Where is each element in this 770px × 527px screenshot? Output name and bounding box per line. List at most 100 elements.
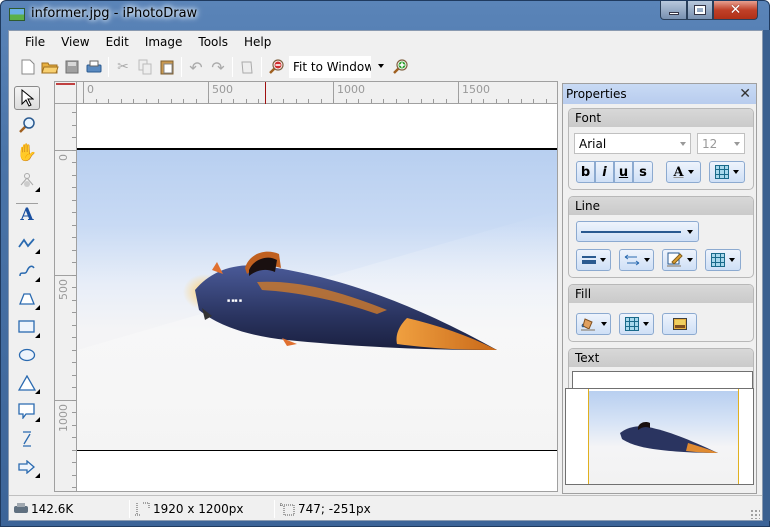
photo-image[interactable]: ■ ■■ ■ [77,148,557,451]
fill-image-button[interactable] [662,313,697,335]
viewport-left-edge[interactable] [588,389,589,484]
crop-button[interactable] [236,56,258,78]
submenu-indicator [35,187,40,192]
ruler-tick [72,374,76,376]
select-tool[interactable] [14,86,40,110]
ruler-label: 0 [57,154,70,161]
triangle-icon [18,375,36,391]
toolbar-separator [181,57,182,77]
ruler-tick [545,99,547,103]
pointer-icon [21,89,34,107]
freeform-tool[interactable] [14,287,40,311]
zoom-tool[interactable] [14,113,40,137]
drawing-toolbox: ✋ A [9,81,51,491]
vertical-ruler: 0 500 1000 [55,82,77,491]
ruler-tick [72,362,76,363]
print-button[interactable] [83,56,105,78]
ruler-tick [72,412,76,413]
submenu-indicator [35,389,40,394]
submenu-indicator [35,473,40,478]
menu-help[interactable]: Help [236,35,279,49]
fill-pattern-button[interactable] [619,313,654,335]
ruler-tick [72,462,76,463]
undo-button[interactable]: ↶ [185,56,207,78]
dropdown-arrow-icon [599,258,606,262]
ruler-tick [533,99,534,103]
ruler-tick [283,99,284,103]
ruler-tick [333,99,334,103]
font-background-button[interactable] [709,161,745,183]
close-panel-button[interactable]: ✕ [739,86,751,102]
ruler-label: 1500 [462,83,490,96]
font-size-select[interactable]: 12 [697,133,745,154]
underline-button[interactable]: u [614,161,633,183]
bold-button[interactable]: b [576,161,595,183]
line-style-select[interactable] [576,221,699,242]
menu-view[interactable]: View [53,35,97,49]
menu-file[interactable]: File [17,35,53,49]
new-file-button[interactable] [17,56,39,78]
ruler-tick [345,99,347,103]
curve-tool[interactable] [14,259,40,283]
ruler-tick [508,99,509,103]
ruler-label: 500 [212,83,233,96]
arrow-shape-tool[interactable] [14,455,40,479]
app-window: informer.jpg - iPhotoDraw ✕ File View Ed… [0,0,770,527]
line-arrows-button[interactable] [619,249,654,271]
close-icon: ✕ [739,86,751,102]
close-button[interactable]: ✕ [713,1,758,20]
fill-color-button[interactable] [576,313,611,335]
cut-button[interactable]: ✂ [112,56,134,78]
save-button[interactable] [61,56,83,78]
copy-button[interactable] [134,56,156,78]
dropdown-arrow-icon [687,229,693,234]
font-family-value: Arial [579,136,607,151]
pan-tool[interactable]: ✋ [14,141,40,165]
navigator-thumbnail[interactable] [565,388,754,485]
ruler-label: 1000 [57,404,70,432]
ruler-tick [270,99,272,103]
zoom-level-select[interactable]: Fit to Window [289,56,387,78]
ruler-tick [495,99,497,103]
menu-edit[interactable]: Edit [98,35,137,49]
node-edit-icon [20,173,34,187]
canvas-area[interactable]: 0 500 1000 1500 0 500 1000 ■ ■■ ■ [54,81,558,492]
ruler-tick [72,124,76,126]
polyline-tool[interactable] [14,231,40,255]
strikethrough-button[interactable]: s [633,161,653,183]
paste-button[interactable] [156,56,178,78]
chevron-down-icon [734,142,740,146]
open-button[interactable] [39,56,61,78]
save-icon [65,60,79,74]
document-canvas[interactable]: ■ ■■ ■ [77,104,557,491]
triangle-tool[interactable] [14,371,40,395]
zoom-in-button[interactable] [389,56,411,78]
ruler-tick [72,262,76,263]
viewport-right-edge[interactable] [738,389,739,484]
font-color-button[interactable]: A [666,161,701,183]
properties-header: Properties ✕ [563,84,756,104]
ruler-tick [72,337,76,338]
minimize-button[interactable] [660,1,687,20]
window-title: informer.jpg - iPhotoDraw [31,6,198,21]
window-frame-edge [763,30,770,521]
resize-grip[interactable] [750,509,760,519]
line-color-button[interactable] [662,249,697,271]
redo-button[interactable]: ↷ [207,56,229,78]
callout-tool[interactable] [14,399,40,423]
font-family-select[interactable]: Arial [574,133,691,154]
ruler-tick [158,99,159,103]
menu-tools[interactable]: Tools [190,35,236,49]
line-weight-button[interactable] [576,249,611,271]
zoom-out-button[interactable] [265,56,287,78]
scissors-icon: ✂ [117,59,129,75]
ellipse-tool[interactable] [14,343,40,367]
rectangle-tool[interactable] [14,315,40,339]
italic-button[interactable]: i [595,161,614,183]
line-pattern-button[interactable] [705,249,741,271]
dimension-tool[interactable] [14,427,40,451]
text-tool[interactable]: A [14,203,40,227]
node-edit-tool[interactable] [14,169,40,193]
menu-image[interactable]: Image [137,35,191,49]
maximize-button[interactable] [687,1,713,20]
